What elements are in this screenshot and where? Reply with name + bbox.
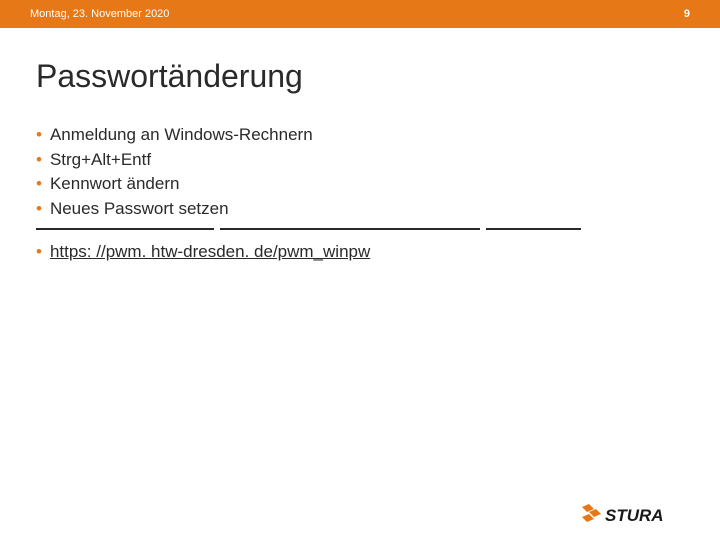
list-item-text: Strg+Alt+Entf	[50, 148, 151, 173]
bullet-icon: •	[36, 172, 42, 197]
list-item-text: Neues Passwort setzen	[50, 197, 229, 222]
slide-content: Passwortänderung • Anmeldung an Windows-…	[0, 28, 720, 264]
bullet-list: • Anmeldung an Windows-Rechnern • Strg+A…	[36, 123, 684, 222]
slide-header: Montag, 23. November 2020 9	[0, 0, 720, 28]
link-list: • https: //pwm. htw-dresden. de/pwm_winp…	[36, 240, 684, 265]
divider-segment	[220, 228, 480, 230]
slide-title: Passwortänderung	[36, 58, 684, 95]
logo-text: STURA	[605, 506, 664, 525]
header-page-number: 9	[684, 8, 690, 20]
header-date: Montag, 23. November 2020	[30, 8, 169, 20]
divider	[36, 228, 684, 230]
bullet-icon: •	[36, 240, 42, 265]
list-item-text: Kennwort ändern	[50, 172, 179, 197]
stura-logo: STURA	[580, 500, 700, 528]
bullet-icon: •	[36, 123, 42, 148]
bullet-icon: •	[36, 148, 42, 173]
list-item: • Neues Passwort setzen	[36, 197, 684, 222]
stura-logo-icon: STURA	[580, 500, 700, 528]
divider-segment	[36, 228, 214, 230]
list-item: • Kennwort ändern	[36, 172, 684, 197]
list-item: • Anmeldung an Windows-Rechnern	[36, 123, 684, 148]
password-portal-link[interactable]: https: //pwm. htw-dresden. de/pwm_winpw	[50, 240, 370, 265]
bullet-icon: •	[36, 197, 42, 222]
list-item-text: Anmeldung an Windows-Rechnern	[50, 123, 313, 148]
divider-segment	[486, 228, 581, 230]
list-item: • Strg+Alt+Entf	[36, 148, 684, 173]
list-item: • https: //pwm. htw-dresden. de/pwm_winp…	[36, 240, 684, 265]
